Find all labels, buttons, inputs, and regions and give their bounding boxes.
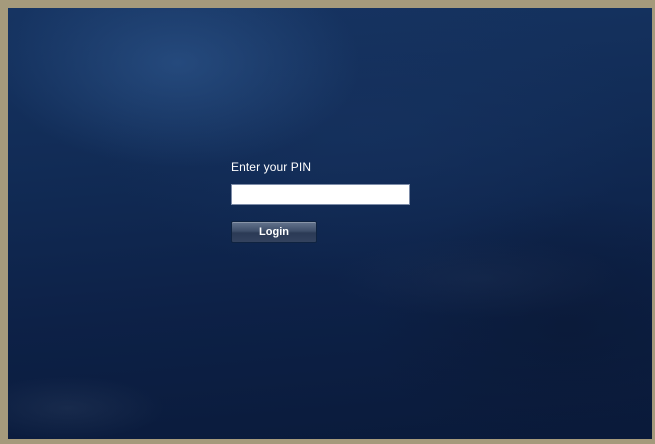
login-screen-background: Enter your PIN Login — [8, 8, 652, 439]
window-frame: Enter your PIN Login — [0, 0, 655, 444]
login-button[interactable]: Login — [231, 221, 317, 243]
pin-input[interactable] — [231, 184, 410, 205]
pin-label: Enter your PIN — [231, 160, 312, 174]
